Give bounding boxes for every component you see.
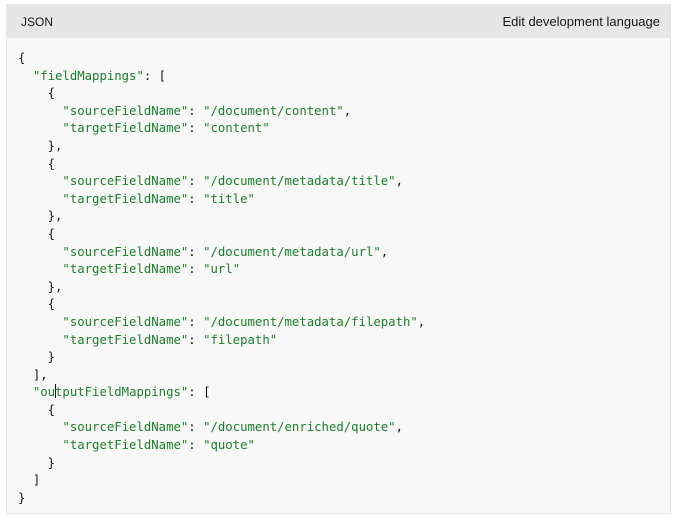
json-string: "quote" xyxy=(203,438,255,453)
json-punctuation: }, xyxy=(47,138,63,153)
json-punctuation: : xyxy=(188,244,204,259)
json-punctuation: , xyxy=(395,174,403,189)
json-string: "/document/metadata/title" xyxy=(203,174,396,189)
json-key: "targetFieldName" xyxy=(62,438,189,453)
json-punctuation: { xyxy=(47,226,56,241)
json-string: "/document/metadata/url" xyxy=(203,244,381,259)
code-line: "sourceFieldName": "/document/content", xyxy=(18,103,660,121)
json-key: "sourceFieldName" xyxy=(62,244,189,259)
code-block-header: JSON Edit development language xyxy=(7,5,670,38)
code-line: "targetFieldName": "quote" xyxy=(18,437,660,455)
json-key: "sourceFieldName" xyxy=(62,174,189,189)
code-line: } xyxy=(18,349,660,367)
json-punctuation: { xyxy=(18,51,26,65)
json-punctuation: }, xyxy=(47,279,63,294)
code-line: "targetFieldName": "content" xyxy=(18,120,660,138)
json-punctuation: } xyxy=(47,455,56,470)
code-line: { xyxy=(18,296,660,314)
code-line: "sourceFieldName": "/document/metadata/t… xyxy=(18,173,660,191)
code-line: { xyxy=(18,50,660,68)
json-key: "targetFieldName" xyxy=(62,262,189,277)
code-line: "targetFieldName": "title" xyxy=(18,191,660,209)
json-punctuation: : xyxy=(188,420,204,435)
json-punctuation: : xyxy=(188,103,204,118)
json-key: "fieldMappings" xyxy=(32,68,144,83)
json-punctuation: , xyxy=(417,314,426,329)
code-line: "sourceFieldName": "/document/metadata/f… xyxy=(18,314,660,332)
code-line: }, xyxy=(18,208,660,226)
language-label: JSON xyxy=(21,14,54,29)
json-punctuation: { xyxy=(47,402,56,417)
json-key: "targetFieldName" xyxy=(62,332,189,347)
json-key: "outputFieldMappings" xyxy=(32,384,189,400)
code-line: }, xyxy=(18,279,660,297)
json-punctuation: } xyxy=(47,350,56,365)
json-punctuation: : xyxy=(188,314,204,329)
code-line: "targetFieldName": "filepath" xyxy=(18,332,660,350)
code-line: "outputFieldMappings": [ xyxy=(18,384,660,402)
code-line: "sourceFieldName": "/document/metadata/u… xyxy=(18,244,660,262)
code-block: JSON Edit development language { "fieldM… xyxy=(6,4,671,514)
json-string: "/document/content" xyxy=(203,103,344,118)
json-punctuation: { xyxy=(47,297,56,312)
code-line: }, xyxy=(18,138,660,156)
code-line: } xyxy=(18,455,660,473)
json-punctuation: { xyxy=(47,156,56,171)
code-line: "sourceFieldName": "/document/enriched/q… xyxy=(18,419,660,437)
json-punctuation: : xyxy=(188,174,204,189)
edit-language-link[interactable]: Edit development language xyxy=(502,14,660,29)
json-punctuation: : xyxy=(188,438,204,453)
json-key: "sourceFieldName" xyxy=(62,103,189,118)
code-line: ], xyxy=(18,367,660,385)
code-line: } xyxy=(18,490,660,508)
json-punctuation: ], xyxy=(32,367,48,382)
text-cursor xyxy=(54,384,56,399)
json-punctuation: : xyxy=(188,262,204,277)
code-line: { xyxy=(18,402,660,420)
json-punctuation: , xyxy=(395,420,403,435)
json-punctuation: }, xyxy=(47,209,63,224)
json-string: "/document/enriched/quote" xyxy=(203,420,396,435)
json-string: "title" xyxy=(203,191,255,206)
code-line: ] xyxy=(18,472,660,490)
json-punctuation: : xyxy=(188,191,204,206)
code-line: { xyxy=(18,85,660,103)
json-key: "sourceFieldName" xyxy=(62,314,189,329)
json-string: "filepath" xyxy=(203,332,278,347)
json-punctuation: } xyxy=(18,490,26,505)
json-punctuation: , xyxy=(380,244,389,259)
json-punctuation: { xyxy=(47,86,56,101)
json-string: "/document/metadata/filepath" xyxy=(203,314,418,329)
json-punctuation: : [ xyxy=(188,385,211,400)
json-key: "sourceFieldName" xyxy=(62,420,189,435)
code-line: { xyxy=(18,156,660,174)
json-punctuation: , xyxy=(343,103,352,118)
code-line: { xyxy=(18,226,660,244)
json-key: "targetFieldName" xyxy=(62,191,189,206)
json-string: "content" xyxy=(203,121,270,136)
json-punctuation: : [ xyxy=(143,68,167,83)
json-punctuation: ] xyxy=(32,473,41,488)
json-string: "url" xyxy=(203,262,241,277)
json-key: "targetFieldName" xyxy=(62,121,189,136)
json-punctuation: : xyxy=(188,332,204,347)
code-line: "fieldMappings": [ xyxy=(18,68,660,86)
json-punctuation: : xyxy=(188,121,204,136)
code-content[interactable]: { "fieldMappings": [ { "sourceFieldName"… xyxy=(18,50,660,507)
code-line: "targetFieldName": "url" xyxy=(18,261,660,279)
